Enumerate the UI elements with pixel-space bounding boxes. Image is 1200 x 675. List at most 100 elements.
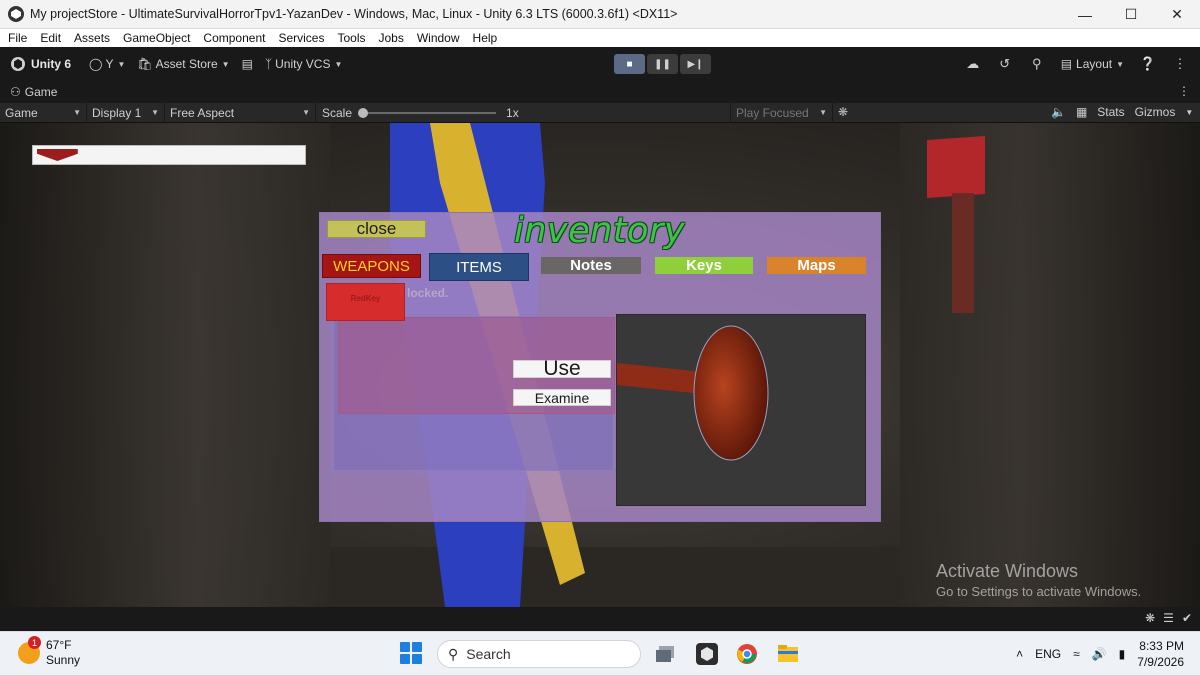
speaker-icon[interactable]: 🔈 <box>1051 105 1066 119</box>
display-dropdown[interactable]: Display 1 ▼ <box>87 102 165 123</box>
game-view-toolbar: Game ▼ Display 1 ▼ Free Aspect ▼ Scale 1… <box>0 102 1200 123</box>
gamepad-icon: ⚇ <box>10 85 21 99</box>
weather-widget[interactable]: 1 67°F Sunny <box>18 636 81 668</box>
layout-dropdown[interactable]: ▤ Layout ▼ <box>1055 53 1130 75</box>
chevron-down-icon: ▼ <box>334 59 343 69</box>
weather-temperature: 67°F <box>46 638 72 652</box>
language-indicator[interactable]: ENG <box>1035 647 1061 661</box>
tab-items[interactable]: ITEMS <box>429 253 529 281</box>
scale-label: Scale <box>322 105 353 120</box>
use-button[interactable]: Use <box>513 357 611 380</box>
menu-file[interactable]: File <box>8 31 27 45</box>
vcs-label: Unity VCS <box>275 57 331 71</box>
chrome-icon[interactable] <box>734 641 760 667</box>
menu-component[interactable]: Component <box>203 31 265 45</box>
file-explorer-icon[interactable] <box>775 641 801 667</box>
menu-tools[interactable]: Tools <box>337 31 365 45</box>
battery-icon[interactable]: ▮ <box>1119 647 1126 661</box>
inventory-close-button[interactable]: close <box>327 219 426 238</box>
task-view-icon[interactable] <box>652 641 678 667</box>
tab-weapons[interactable]: WEAPONS <box>322 254 421 278</box>
key-3d-model <box>617 325 769 461</box>
tab-game-label: Game <box>24 85 58 99</box>
debug-icon[interactable]: ❋ <box>1145 611 1155 625</box>
menu-jobs[interactable]: Jobs <box>378 31 403 45</box>
account-dropdown[interactable]: ◯ Y ▼ <box>83 53 131 75</box>
stats-button[interactable]: Stats <box>1097 105 1124 119</box>
cloud-icon[interactable]: ☁ <box>959 53 987 75</box>
examine-button[interactable]: Examine <box>513 389 611 406</box>
step-icon: ▶❙ <box>687 58 704 70</box>
more-icon[interactable]: ⋮ <box>1166 53 1194 75</box>
scale-slider-thumb[interactable] <box>358 107 369 118</box>
menu-edit[interactable]: Edit <box>40 31 61 45</box>
layout-label: Layout <box>1076 57 1113 71</box>
search-icon[interactable]: ⚲ <box>1023 53 1051 75</box>
help-icon[interactable]: ❔ <box>1134 53 1162 75</box>
minimize-button[interactable]: — <box>1062 0 1108 29</box>
menu-help[interactable]: Help <box>473 31 498 45</box>
unity-home-button[interactable]: Unity 6 <box>4 53 77 75</box>
check-circle-icon[interactable]: ✔ <box>1182 611 1192 625</box>
menu-window[interactable]: Window <box>417 31 460 45</box>
layout-icon: ▤ <box>1060 57 1073 71</box>
inventory-slot-redkey[interactable]: RedKey <box>326 283 405 321</box>
stop-button[interactable]: ■ <box>614 54 645 74</box>
play-focus-dropdown[interactable]: Play Focused ▼ <box>730 102 833 123</box>
menu-gameobject[interactable]: GameObject <box>123 31 190 45</box>
bug-icon[interactable]: ❋ <box>838 105 848 119</box>
unity-version-label: Unity 6 <box>31 57 72 71</box>
tab-keys[interactable]: Keys <box>655 257 753 274</box>
chevron-up-icon[interactable]: ˄ <box>1016 647 1023 661</box>
tab-maps[interactable]: Maps <box>767 257 866 274</box>
asset-store-label: Asset Store <box>155 57 218 71</box>
scene-red-flag <box>927 135 985 199</box>
history-icon[interactable]: ↺ <box>991 53 1019 75</box>
chevron-down-icon[interactable]: ▼ <box>1185 108 1193 117</box>
chevron-down-icon: ▼ <box>819 108 827 117</box>
aspect-dropdown[interactable]: Free Aspect ▼ <box>165 102 316 123</box>
aspect-label: Free Aspect <box>170 105 235 120</box>
asset-store-dropdown[interactable]: 🛍 Asset Store ▼ <box>131 53 235 75</box>
locked-status-text: locked. <box>407 286 449 300</box>
volume-icon[interactable]: 🔊 <box>1092 647 1107 661</box>
clock[interactable]: 8:33 PM 7/9/2026 <box>1137 638 1184 670</box>
package-button[interactable]: ▤ <box>236 53 259 75</box>
step-button[interactable]: ▶❙ <box>680 54 711 74</box>
chevron-down-icon: ▼ <box>1116 59 1124 69</box>
maximize-button[interactable]: ☐ <box>1108 0 1154 29</box>
grid-icon[interactable]: ▦ <box>1076 105 1087 119</box>
tab-game[interactable]: ⚇ Game <box>10 85 57 99</box>
wifi-icon[interactable]: ≈ <box>1073 647 1080 661</box>
play-mode-label: Play Focused <box>736 105 809 120</box>
item-preview[interactable] <box>616 314 866 506</box>
pause-button[interactable]: ❚❚ <box>647 54 678 74</box>
close-window-button[interactable]: ✕ <box>1154 0 1200 29</box>
unity-taskbar-icon[interactable] <box>694 641 720 667</box>
scale-control: Scale 1x <box>316 106 519 120</box>
health-bar <box>32 145 306 165</box>
menu-services[interactable]: Services <box>278 31 324 45</box>
branch-icon: ᛉ <box>264 57 273 71</box>
vcs-dropdown[interactable]: ᛉ Unity VCS ▼ <box>259 53 348 75</box>
chevron-down-icon: ▼ <box>73 108 81 117</box>
search-icon: ⚲ <box>448 645 459 662</box>
scale-slider[interactable] <box>358 107 497 118</box>
tab-notes[interactable]: Notes <box>541 257 641 274</box>
tab-menu-icon[interactable]: ⋮ <box>1178 84 1190 98</box>
watermark-line1: Activate Windows <box>936 561 1079 581</box>
layers-icon[interactable]: ☰ <box>1163 611 1174 625</box>
start-button[interactable] <box>400 642 422 664</box>
display-label: Display 1 <box>92 105 142 120</box>
view-mode-dropdown[interactable]: Game ▼ <box>0 102 87 123</box>
game-view[interactable]: close inventory WEAPONS ITEMS Notes Keys… <box>0 123 1200 607</box>
menu-bar: File Edit Assets GameObject Component Se… <box>0 29 1200 47</box>
inventory-panel: close inventory WEAPONS ITEMS Notes Keys… <box>319 211 881 522</box>
editor-tabstrip: ⚇ Game ⋮ <box>0 81 1200 103</box>
account-label: Y <box>105 57 114 71</box>
package-icon: ▤ <box>241 57 253 71</box>
taskbar-search[interactable]: ⚲ Search <box>437 640 641 668</box>
menu-assets[interactable]: Assets <box>74 31 110 45</box>
gizmos-button[interactable]: Gizmos <box>1135 105 1176 119</box>
weather-condition: Sunny <box>46 653 81 667</box>
